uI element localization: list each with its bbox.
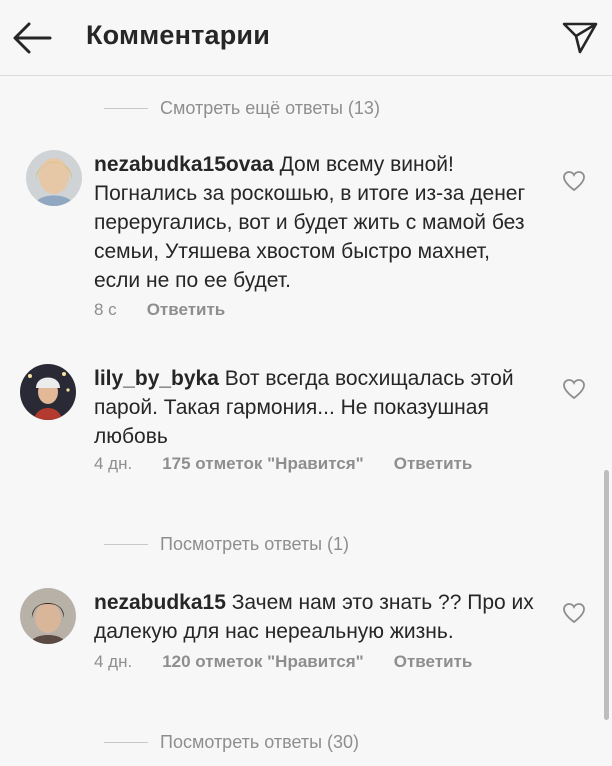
avatar[interactable]	[26, 150, 82, 206]
comment-text: Вот всегда восхищалась	[218, 367, 465, 390]
share-button[interactable]	[558, 16, 602, 56]
view-replies-link[interactable]: Посмотреть ответы (30)	[104, 730, 359, 754]
arrow-left-icon	[10, 22, 54, 62]
likes-count[interactable]: 175 отметок "Нравится"	[162, 452, 364, 476]
view-replies-label: Посмотреть ответы (30)	[160, 731, 360, 752]
reply-button[interactable]: Ответить	[394, 650, 476, 674]
comment-time: 4 дн.	[94, 652, 133, 671]
comment-body: nezabudka15ovaa Дом всему виной! Погнали…	[94, 150, 534, 295]
comment-body: nezabudka15 Зачем нам это знать ?? Про и…	[94, 588, 544, 646]
divider-line	[104, 741, 148, 743]
divider-line	[104, 543, 148, 545]
comment-time: 8 с	[94, 300, 117, 319]
view-replies-label: Посмотреть ответы (1)	[160, 533, 350, 554]
comment-text-continued: Погнались за роскошью, в итоге из-за ден…	[94, 182, 526, 292]
comment-username[interactable]: nezabudka15ovaa	[94, 153, 274, 176]
comment-username[interactable]: lily_by_byka	[94, 367, 219, 390]
comment-text: Дом всему виной!	[273, 153, 454, 176]
top-bar: Комментарии	[0, 0, 612, 76]
view-more-replies-label: Смотреть ещё ответы (13)	[160, 97, 380, 118]
comment-username[interactable]: nezabudka15	[94, 591, 226, 614]
view-more-replies-link[interactable]: Смотреть ещё ответы (13)	[104, 96, 380, 120]
likes-count[interactable]: 120 отметок "Нравится"	[162, 650, 364, 674]
like-heart-icon[interactable]	[562, 602, 586, 624]
page-title: Комментарии	[86, 20, 271, 50]
avatar[interactable]	[20, 364, 76, 420]
comment-meta: 4 дн. 120 отметок "Нравится" Ответить	[94, 650, 476, 674]
back-button[interactable]	[10, 18, 54, 58]
reply-button[interactable]: Ответить	[147, 298, 226, 322]
paper-plane-icon	[558, 22, 602, 60]
like-heart-icon[interactable]	[562, 378, 586, 400]
comment-text: Зачем нам это знать ?? Про	[225, 591, 506, 614]
scrollbar[interactable]	[604, 470, 609, 720]
view-replies-link[interactable]: Посмотреть ответы (1)	[104, 532, 349, 556]
divider-line	[104, 107, 148, 109]
comment-meta: 4 дн. 175 отметок "Нравится" Ответить	[94, 452, 476, 476]
like-heart-icon[interactable]	[562, 170, 586, 192]
avatar[interactable]	[20, 588, 76, 644]
comment-time: 4 дн.	[94, 454, 133, 473]
comment-meta: 8 с Ответить	[94, 298, 225, 322]
comment-body: lily_by_byka Вот всегда восхищалась этой…	[94, 364, 514, 451]
reply-button[interactable]: Ответить	[394, 452, 476, 476]
